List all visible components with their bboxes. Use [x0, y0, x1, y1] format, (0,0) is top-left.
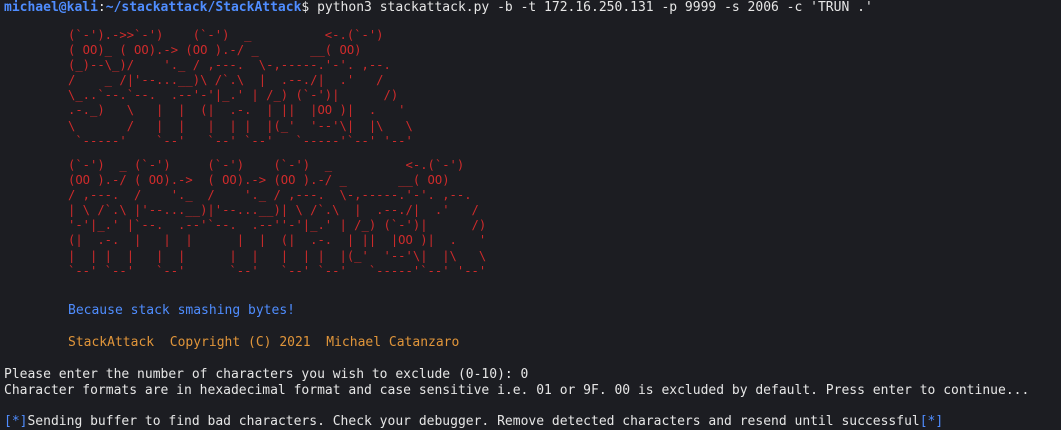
- command-text: python3 stackattack.py -b -t 172.16.250.…: [309, 0, 873, 15]
- status-text: Sending buffer to find bad characters. C…: [27, 414, 920, 429]
- terminal-window[interactable]: michael@kali:~/stackattack/StackAttack$ …: [0, 0, 1061, 429]
- status-line: [*]Sending buffer to find bad characters…: [4, 414, 943, 430]
- status-open-marker: [*]: [4, 414, 28, 429]
- status-close-marker: [*]: [919, 414, 944, 429]
- banner-art-top: (`-').->>`-') (`-') _ <-.(`-') ( OO)_ ( …: [68, 28, 413, 148]
- banner-art-bottom: (`-') _ (`-') (`-') (`-') _ <-.(`-') (OO…: [68, 158, 487, 278]
- prompt-path: ~/stackattack/StackAttack: [105, 0, 302, 15]
- banner-copyright: StackAttack Copyright (C) 2021 Michael C…: [68, 335, 460, 350]
- exclude-prompt: Please enter the number of characters yo…: [4, 367, 529, 382]
- format-info: Character formats are in hexadecimal for…: [4, 383, 1030, 398]
- banner-tagline: Because stack smashing bytes!: [68, 303, 295, 318]
- prompt-user-host: michael@kali: [4, 0, 98, 15]
- prompt-line: michael@kali:~/stackattack/StackAttack$ …: [4, 0, 873, 16]
- prompt-separator: :: [97, 0, 106, 15]
